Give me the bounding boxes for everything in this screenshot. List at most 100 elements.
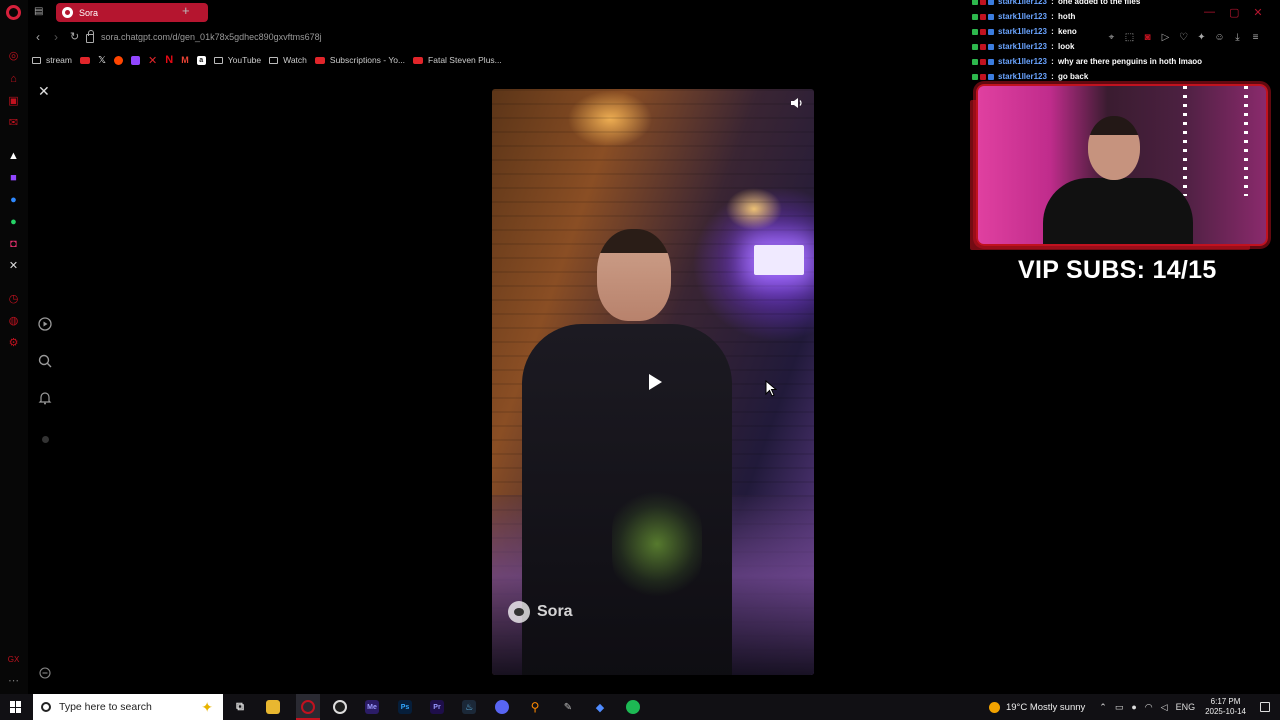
stream-chat: stark1ller123 : one added to the files s… [972, 0, 1272, 84]
chat-username: stark1ller123 [998, 27, 1047, 36]
settings-icon[interactable]: ⚙ [7, 337, 20, 350]
network-icon[interactable]: ▭ [1115, 702, 1124, 713]
system-tray: 19°C Mostly sunny ⌃ ▭ ● ◠ ◁ ENG 6:17 PM … [988, 694, 1280, 720]
clock[interactable]: 6:17 PM 2025-10-14 [1205, 697, 1246, 717]
gaming-icon[interactable]: ⌂ [7, 73, 20, 86]
avatar[interactable] [37, 431, 53, 447]
aria-icon[interactable]: ◎ [7, 50, 20, 63]
notifications-icon[interactable] [1260, 702, 1270, 712]
search-placeholder: Type here to search [59, 701, 152, 713]
lock-icon [86, 29, 94, 43]
spotify-icon[interactable] [626, 700, 640, 714]
browser-sidebar: ◎ ⌂ ▣ ✉ ▲ ■ ● ● ◘ ✕ ◷ ◍ ⚙ GX ⋯ [0, 0, 28, 694]
forward-icon[interactable]: › [54, 30, 58, 44]
messenger-icon[interactable]: ● [7, 194, 20, 207]
opera-logo-icon[interactable] [6, 5, 21, 20]
tab-title: Sora [79, 7, 99, 18]
task-view-icon[interactable]: ⧉ [233, 700, 247, 714]
bookmark-x[interactable]: 𝕏 [98, 55, 106, 66]
reload-icon[interactable]: ↻ [70, 30, 79, 43]
sub-badge-icon [980, 28, 986, 35]
chat-text: keno [1058, 27, 1077, 36]
x-sidebar-icon[interactable]: ✕ [7, 260, 20, 273]
sub-badge-icon [980, 73, 986, 80]
mail-icon[interactable]: ✉ [7, 117, 20, 130]
pinboard-icon[interactable]: ◍ [7, 315, 20, 328]
bookmark-label: YouTube [227, 55, 262, 65]
instagram-icon[interactable]: ◘ [7, 238, 20, 251]
bookmark-amazon[interactable]: a [196, 55, 206, 65]
tiktok-icon[interactable]: ▲ [7, 150, 20, 163]
sub-badge-icon [980, 43, 986, 50]
verified-badge-icon [972, 58, 978, 65]
gx-icon[interactable]: GX [7, 653, 20, 666]
chat-username: stark1ller123 [998, 57, 1047, 66]
vip-subs-counter: VIP SUBS: 14/15 [1018, 256, 1217, 284]
play-icon[interactable] [645, 373, 663, 391]
search-icon [41, 702, 51, 712]
vip-badge-icon [988, 28, 994, 35]
windows-taskbar: Type here to search ✦ ⧉ Me Ps Pr ♨ ⚲ ✎ ◆… [0, 694, 1280, 720]
media-encoder-icon[interactable]: Me [365, 700, 379, 714]
bookmark-stream[interactable]: stream [32, 55, 72, 65]
bookmark-netflix[interactable]: N [165, 54, 173, 66]
premiere-icon[interactable]: Pr [430, 700, 444, 714]
windows-start-icon[interactable] [10, 701, 22, 713]
whatsapp-icon[interactable]: ● [7, 216, 20, 229]
tab-strip: ▤ Sora + [28, 0, 968, 24]
steam-icon[interactable]: ♨ [462, 700, 476, 714]
file-explorer-icon[interactable] [266, 700, 280, 714]
bookmark-youtube-folder[interactable]: YouTube [213, 55, 262, 65]
chat-text: go back [1058, 72, 1089, 81]
chat-message: stark1ller123 : go back [972, 69, 1272, 84]
photoshop-icon[interactable]: Ps [398, 700, 412, 714]
opera-gx-taskbar-icon[interactable] [301, 700, 315, 714]
mic-icon[interactable]: ● [1131, 702, 1136, 713]
chat-text: hoth [1058, 12, 1076, 21]
volume-icon[interactable] [790, 97, 806, 111]
verified-badge-icon [972, 13, 978, 20]
bookmark-twitch[interactable] [131, 55, 141, 65]
sora-favicon-icon [62, 7, 73, 18]
sun-icon [988, 701, 1000, 713]
bookmark-fatal-steven[interactable]: Fatal Steven Plus... [413, 55, 502, 65]
tab-menu-icon[interactable]: ▤ [34, 6, 46, 18]
weather-text: 19°C Mostly sunny [1005, 701, 1086, 713]
close-viewer-icon[interactable]: ✕ [38, 84, 50, 98]
search-icon[interactable] [37, 353, 53, 369]
taskbar-search-input[interactable]: Type here to search ✦ [33, 694, 223, 720]
help-icon[interactable] [37, 665, 53, 681]
chevron-up-icon[interactable]: ⌃ [1099, 702, 1107, 713]
player-icon[interactable]: ▣ [7, 95, 20, 108]
sub-badge-icon [980, 0, 986, 5]
vip-badge-icon [988, 43, 994, 50]
history-icon[interactable]: ◷ [7, 293, 20, 306]
bookmark-youtube-icon[interactable] [79, 56, 90, 64]
video-neon-light [754, 245, 804, 275]
url-field[interactable]: sora.chatgpt.com/d/gen_01k78x5gdhec890gx… [86, 28, 466, 46]
obs-icon[interactable] [333, 700, 347, 714]
search-tool-icon[interactable]: ⚲ [528, 700, 542, 714]
language-indicator[interactable]: ENG [1176, 702, 1196, 713]
new-tab-icon[interactable]: + [182, 4, 190, 17]
tool-icon[interactable]: ✎ [561, 700, 575, 714]
app-icon[interactable]: ◆ [593, 700, 607, 714]
bell-icon[interactable] [37, 390, 53, 406]
back-icon[interactable]: ‹ [36, 30, 40, 44]
discord-icon[interactable] [495, 700, 509, 714]
video-nav-icon[interactable] [37, 316, 53, 332]
wifi-icon[interactable]: ◠ [1145, 702, 1153, 713]
x-icon: 𝕏 [97, 54, 107, 66]
twitch-sidebar-icon[interactable]: ■ [7, 172, 20, 185]
bookmark-x-red[interactable]: ✕ [148, 54, 157, 67]
bookmark-subscriptions[interactable]: Subscriptions - Yo... [314, 55, 405, 65]
folder-icon [32, 56, 41, 64]
bookmark-label: Watch [283, 55, 307, 65]
bookmark-watch[interactable]: Watch [269, 55, 307, 65]
more-icon[interactable]: ⋯ [7, 675, 20, 688]
bookmark-reddit[interactable] [114, 55, 124, 65]
weather-widget[interactable]: 19°C Mostly sunny [988, 701, 1086, 713]
speaker-icon[interactable]: ◁ [1161, 702, 1168, 713]
vip-badge-icon [988, 58, 994, 65]
bookmark-gmail[interactable]: M [181, 55, 189, 65]
